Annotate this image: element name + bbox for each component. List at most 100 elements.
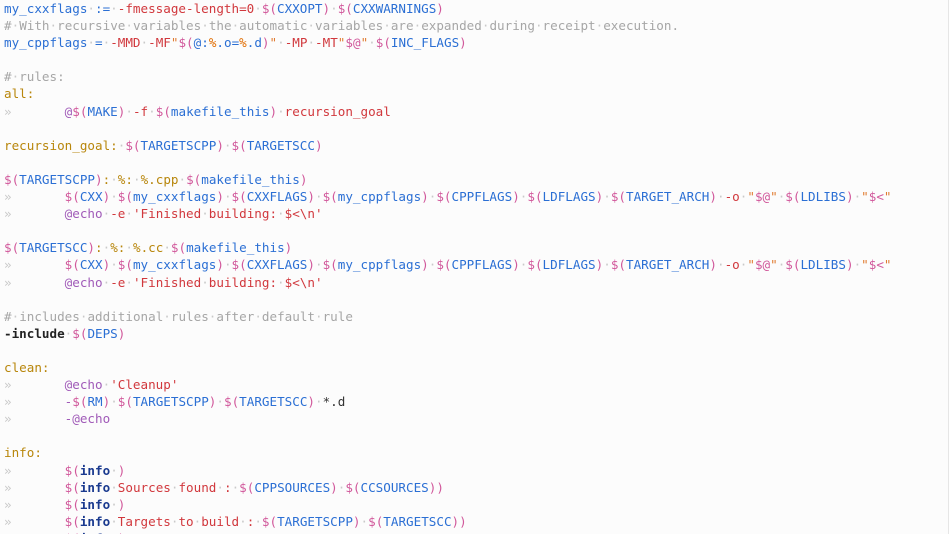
code-line[interactable]: #·includes·additional·rules·after·defaul… — [4, 308, 948, 325]
code-token: -@echo — [64, 411, 111, 427]
code-token: With — [19, 18, 50, 34]
space-marker-icon: · — [163, 240, 171, 256]
code-token: LDLIBS — [800, 257, 846, 273]
tab-marker-icon: » — [4, 257, 65, 273]
code-token: $( — [117, 394, 133, 410]
code-token: % — [239, 35, 247, 51]
code-line[interactable]: » $(info·) — [4, 462, 948, 479]
code-line[interactable]: all: — [4, 85, 948, 102]
code-token: ) — [845, 257, 854, 273]
code-line[interactable]: » @echo·'Cleanup' — [4, 376, 948, 393]
code-line[interactable] — [4, 120, 948, 137]
code-token: ) — [261, 35, 270, 51]
code-token: to — [178, 513, 194, 529]
code-line[interactable]: -include·$(DEPS) — [4, 325, 948, 342]
space-marker-icon: · — [360, 513, 369, 529]
code-token: CPPFLAGS — [451, 257, 513, 273]
code-token: $@ — [754, 189, 771, 205]
code-line[interactable]: » $(info·) — [4, 530, 948, 534]
code-token: $( — [64, 462, 80, 478]
code-line[interactable]: my_cppflags·=·-MMD·-MF"$(@:%.o=%.d)"·-MP… — [4, 34, 948, 51]
code-token: : — [125, 171, 133, 187]
code-line[interactable]: info: — [4, 444, 948, 461]
code-token: TARGETSCPP — [19, 171, 95, 187]
space-marker-icon: · — [163, 308, 171, 324]
code-token: -MF — [148, 35, 171, 51]
code-line[interactable] — [4, 51, 948, 68]
code-token: TARGETSCPP — [140, 137, 217, 153]
code-line[interactable]: #·rules: — [4, 68, 948, 85]
code-token: ) — [307, 257, 315, 273]
code-line[interactable]: » @echo·-e·'Finished·building:·$<\n' — [4, 274, 948, 291]
code-token: ) — [299, 171, 308, 187]
space-marker-icon: · — [125, 274, 133, 290]
code-token: ) — [352, 513, 361, 529]
code-line[interactable] — [4, 291, 948, 308]
code-line[interactable]: my_cxxflags·:=·-fmessage-length=0·$(CXXO… — [4, 0, 948, 17]
tab-marker-icon: » — [4, 496, 65, 512]
code-line[interactable] — [4, 427, 948, 444]
tab-marker-icon: » — [4, 206, 65, 222]
code-line[interactable]: » $(info·Targets·to·build·:·$(TARGETSCPP… — [4, 513, 948, 530]
code-token: $( — [375, 35, 391, 51]
space-marker-icon: · — [254, 1, 262, 16]
space-marker-icon: · — [110, 189, 118, 205]
code-token: $( — [239, 479, 255, 495]
code-token: .d — [246, 35, 262, 51]
code-line[interactable]: $(TARGETSCC):·%:·%.cc·$(makefile_this) — [4, 239, 948, 256]
code-token: ) — [421, 189, 429, 205]
code-token: DEPS — [87, 325, 118, 341]
space-marker-icon: · — [277, 35, 285, 51]
code-token: % — [132, 240, 141, 256]
code-line[interactable]: » $(info·) — [4, 496, 948, 513]
code-line[interactable] — [4, 154, 948, 171]
tab-marker-icon: » — [4, 189, 65, 205]
code-editor-pane[interactable]: my_cxxflags·:=·-fmessage-length=0·$(CXXO… — [0, 0, 949, 534]
code-line[interactable]: #·With·recursive·variables·the·automatic… — [4, 17, 948, 34]
code-token: CXXFLAGS — [246, 257, 308, 273]
tab-marker-icon: » — [4, 462, 65, 478]
code-token: $( — [785, 257, 801, 273]
code-line[interactable]: » -$(RM)·$(TARGETSCPP)·$(TARGETSCC)·*.d — [4, 393, 948, 410]
code-content[interactable]: my_cxxflags·:=·-fmessage-length=0·$(CXXO… — [4, 0, 948, 534]
space-marker-icon: · — [330, 1, 338, 16]
code-token: variables — [315, 18, 384, 34]
space-marker-icon: · — [223, 137, 232, 153]
code-line[interactable]: » -@echo — [4, 410, 948, 427]
code-token: : — [223, 479, 232, 495]
code-token: makefile_this — [170, 103, 270, 119]
code-token: ) — [87, 240, 96, 256]
code-token: ) — [269, 103, 278, 119]
code-token: TARGETSCC — [246, 137, 315, 153]
code-token: $( — [322, 189, 338, 205]
code-token: all: — [4, 86, 35, 102]
code-token: @echo — [64, 274, 103, 290]
code-token: $( — [322, 257, 338, 273]
code-line[interactable] — [4, 342, 948, 359]
code-line[interactable] — [4, 222, 948, 239]
code-line[interactable]: » $(CXX)·$(my_cxxflags)·$(CXXFLAGS)·$(my… — [4, 256, 948, 273]
code-token: build — [201, 513, 240, 529]
code-token: @: — [193, 35, 209, 51]
tab-marker-icon: » — [4, 103, 65, 119]
code-line[interactable]: clean: — [4, 359, 948, 376]
code-token: info — [79, 479, 111, 495]
code-token: TARGET_ARCH — [625, 257, 710, 273]
code-line[interactable]: » @$(MAKE)·-f·$(makefile_this)·recursion… — [4, 103, 948, 120]
space-marker-icon: · — [110, 496, 118, 512]
code-token: rules: — [19, 69, 65, 85]
space-marker-icon: · — [201, 206, 209, 222]
code-token: : — [95, 240, 103, 256]
space-marker-icon: · — [201, 274, 209, 290]
code-token: receipt — [542, 18, 596, 34]
code-token: := — [95, 1, 111, 16]
code-token: Sources — [117, 479, 171, 495]
code-line[interactable]: » @echo·-e·'Finished·building:·$<\n' — [4, 205, 948, 222]
code-token: automatic — [239, 18, 308, 34]
code-line[interactable]: $(TARGETSCPP):·%:·%.cpp·$(makefile_this) — [4, 171, 948, 188]
code-token: TARGETSCC — [19, 240, 88, 256]
code-token: .o= — [216, 35, 240, 51]
code-line[interactable]: recursion_goal:·$(TARGETSCPP)·$(TARGETSC… — [4, 137, 948, 154]
code-line[interactable]: » $(CXX)·$(my_cxxflags)·$(CXXFLAGS)·$(my… — [4, 188, 948, 205]
code-line[interactable]: » $(info·Sources·found·:·$(CPPSOURCES)·$… — [4, 479, 948, 496]
